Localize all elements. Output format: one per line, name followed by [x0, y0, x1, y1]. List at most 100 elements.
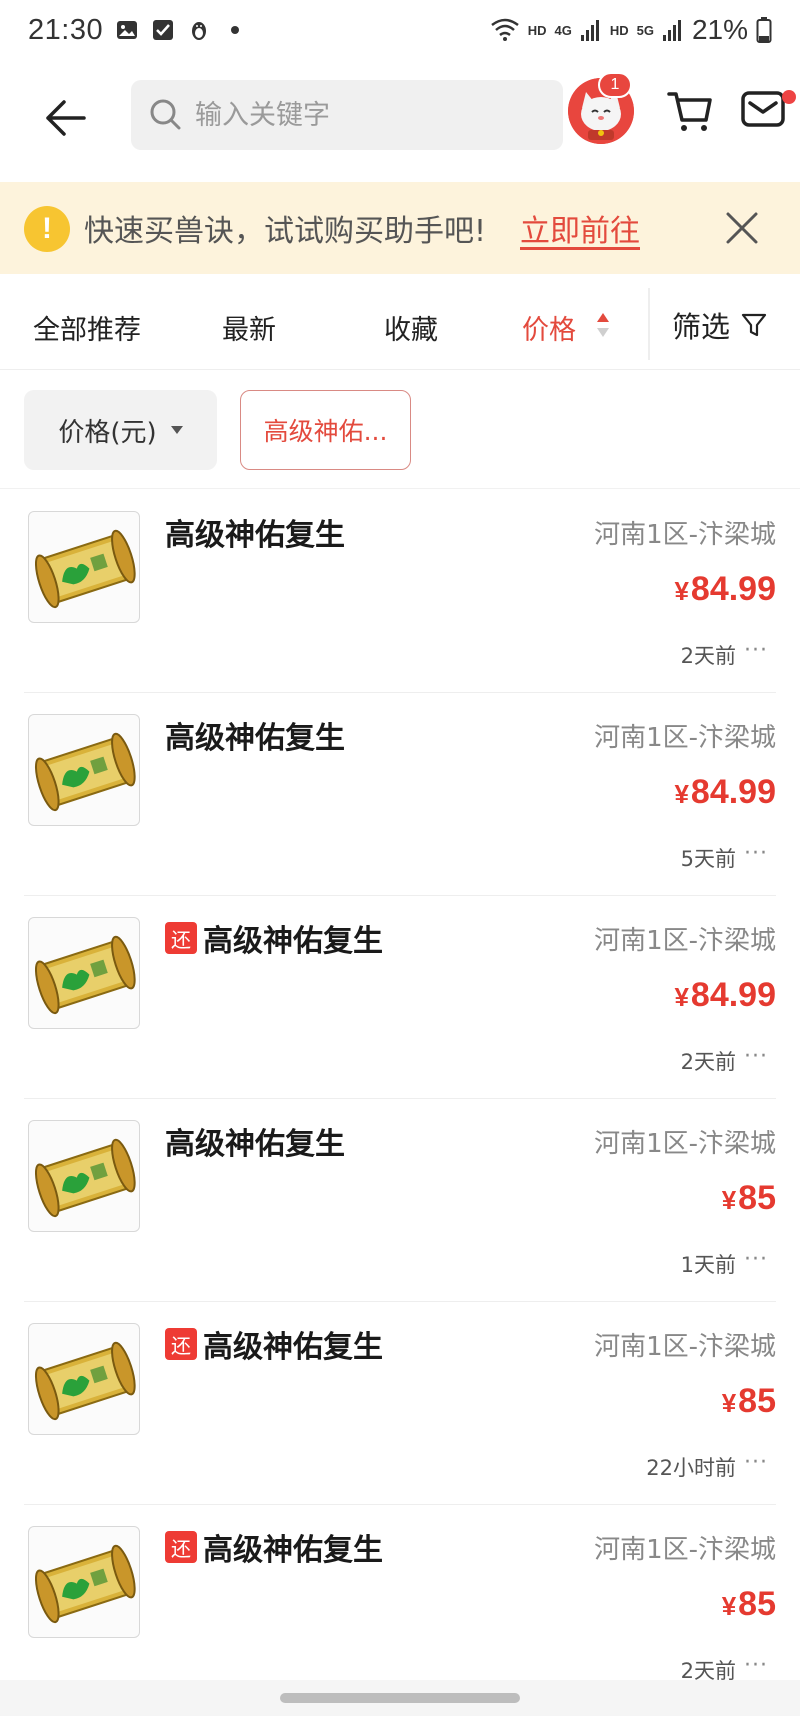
- notice-go-link[interactable]: 立即前往: [520, 206, 640, 250]
- more-options-button[interactable]: ···: [744, 638, 768, 663]
- item-title: 高级神佑复生: [203, 924, 383, 959]
- item-title: 高级神佑复生: [165, 518, 345, 553]
- item-title-row: 高级神佑复生: [165, 713, 345, 757]
- status-time: 21:30: [28, 13, 104, 46]
- item-server: 河南1区-汴梁城: [594, 1535, 776, 1565]
- item-time: 1天前: [680, 1253, 736, 1277]
- tab-favorites[interactable]: 收藏: [384, 308, 438, 347]
- item-title-row: 还 高级神佑复生: [165, 1322, 383, 1366]
- tab-newest[interactable]: 最新: [222, 308, 276, 347]
- battery-percent: 21%: [691, 14, 748, 45]
- sort-bar: 全部推荐 最新 收藏 价格 筛选: [0, 276, 800, 370]
- message-button[interactable]: [740, 86, 796, 142]
- item-title: 高级神佑复生: [165, 1127, 345, 1162]
- item-price: ¥84.99: [674, 773, 776, 812]
- more-options-button[interactable]: ···: [744, 1450, 768, 1475]
- notification-dot: [782, 90, 796, 104]
- item-price: ¥85: [722, 1382, 776, 1421]
- item-title-row: 高级神佑复生: [165, 510, 345, 554]
- dot-icon: [231, 26, 240, 34]
- item-server: 河南1区-汴梁城: [594, 723, 776, 753]
- network-5g-label: 5G: [636, 22, 654, 38]
- gallery-icon: [117, 21, 138, 39]
- price-chip-label: 价格(元): [58, 417, 157, 448]
- status-left: 21:30: [28, 14, 247, 47]
- search-icon: [150, 99, 181, 130]
- item-list: 高级神佑复生 河南1区-汴梁城 ¥84.99 2天前 ··· 高级神佑复生 河南…: [0, 490, 800, 1708]
- return-tag: 还: [165, 1531, 197, 1563]
- more-options-button[interactable]: ···: [744, 1247, 768, 1272]
- currency-symbol: ¥: [721, 1591, 737, 1621]
- status-bar: 21:30 HD 4G HD 5G 21%: [0, 0, 800, 60]
- list-item[interactable]: 高级神佑复生 河南1区-汴梁城 ¥85 1天前 ···: [24, 1099, 776, 1302]
- keyword-filter-chip[interactable]: 高级神佑...: [240, 390, 411, 470]
- filter-button[interactable]: 筛选: [672, 304, 768, 346]
- back-arrow-icon: [46, 100, 86, 136]
- cart-button[interactable]: [665, 86, 721, 142]
- price-value: 85: [738, 1382, 776, 1420]
- currency-symbol: ¥: [674, 982, 689, 1012]
- home-indicator[interactable]: [280, 1693, 520, 1703]
- more-options-button[interactable]: ···: [744, 1044, 768, 1069]
- back-button[interactable]: [38, 90, 94, 146]
- top-header: 1: [0, 60, 800, 180]
- price-value: 84.99: [690, 976, 776, 1014]
- item-price: ¥84.99: [674, 570, 776, 609]
- item-price: ¥85: [722, 1179, 776, 1218]
- notice-banner: ! 快速买兽诀，试试购买助手吧! 立即前往: [0, 182, 800, 274]
- item-title: 高级神佑复生: [203, 1330, 383, 1365]
- signal-icon-2: [662, 20, 681, 41]
- return-tag: 还: [165, 1328, 197, 1360]
- tab-recommend[interactable]: 全部推荐: [33, 308, 141, 347]
- battery-icon: [756, 17, 772, 43]
- list-item[interactable]: 还 高级神佑复生 河南1区-汴梁城 ¥85 22小时前 ···: [24, 1302, 776, 1505]
- scroll-item-icon: [34, 1138, 136, 1218]
- penguin-icon: [192, 22, 207, 40]
- notice-close-button[interactable]: [720, 206, 764, 250]
- cart-icon: [667, 92, 712, 131]
- price-value: 84.99: [690, 773, 776, 811]
- filter-icon: [741, 313, 767, 337]
- item-server: 河南1区-汴梁城: [594, 1129, 776, 1159]
- signal-icon: [580, 20, 599, 41]
- price-filter-chip[interactable]: 价格(元): [24, 390, 217, 470]
- more-options-button[interactable]: ···: [744, 1653, 768, 1678]
- filter-label: 筛选: [672, 310, 731, 344]
- scroll-item-icon: [34, 1544, 136, 1624]
- scroll-item-icon: [34, 529, 136, 609]
- item-thumbnail: [28, 1526, 140, 1638]
- mail-icon: [741, 91, 785, 127]
- price-value: 85: [738, 1179, 776, 1217]
- warning-icon: !: [24, 206, 70, 252]
- list-item[interactable]: 还 高级神佑复生 河南1区-汴梁城 ¥84.99 2天前 ···: [24, 896, 776, 1099]
- item-thumbnail: [28, 1120, 140, 1232]
- list-item[interactable]: 还 高级神佑复生 河南1区-汴梁城 ¥85 2天前 ···: [24, 1505, 776, 1708]
- checkbox-icon: [153, 20, 174, 40]
- price-value: 85: [738, 1585, 776, 1623]
- currency-symbol: ¥: [721, 1185, 737, 1215]
- list-item[interactable]: 高级神佑复生 河南1区-汴梁城 ¥84.99 5天前 ···: [24, 693, 776, 896]
- list-item[interactable]: 高级神佑复生 河南1区-汴梁城 ¥84.99 2天前 ···: [24, 490, 776, 693]
- item-server: 河南1区-汴梁城: [594, 520, 776, 550]
- item-price: ¥85: [722, 1585, 776, 1624]
- item-title-row: 高级神佑复生: [165, 1119, 345, 1163]
- status-right: HD 4G HD 5G 21%: [490, 14, 772, 46]
- currency-symbol: ¥: [674, 779, 689, 809]
- notice-text: 快速买兽诀，试试购买助手吧!: [84, 214, 487, 249]
- sort-arrows-icon: [597, 313, 609, 337]
- more-options-button[interactable]: ···: [744, 841, 768, 866]
- search-input[interactable]: [195, 99, 555, 131]
- scroll-item-icon: [34, 1341, 136, 1421]
- item-time: 2天前: [680, 644, 736, 668]
- scroll-item-icon: [34, 935, 136, 1015]
- search-box[interactable]: [131, 80, 563, 150]
- price-value: 84.99: [690, 570, 776, 608]
- item-thumbnail: [28, 714, 140, 826]
- item-title-row: 还 高级神佑复生: [165, 1525, 383, 1569]
- item-title: 高级神佑复生: [165, 721, 345, 756]
- item-server: 河南1区-汴梁城: [594, 1332, 776, 1362]
- network-hd-label: HD: [527, 22, 547, 38]
- avatar-button[interactable]: 1: [568, 72, 638, 148]
- tab-price[interactable]: 价格: [522, 308, 576, 347]
- item-title: 高级神佑复生: [203, 1533, 383, 1568]
